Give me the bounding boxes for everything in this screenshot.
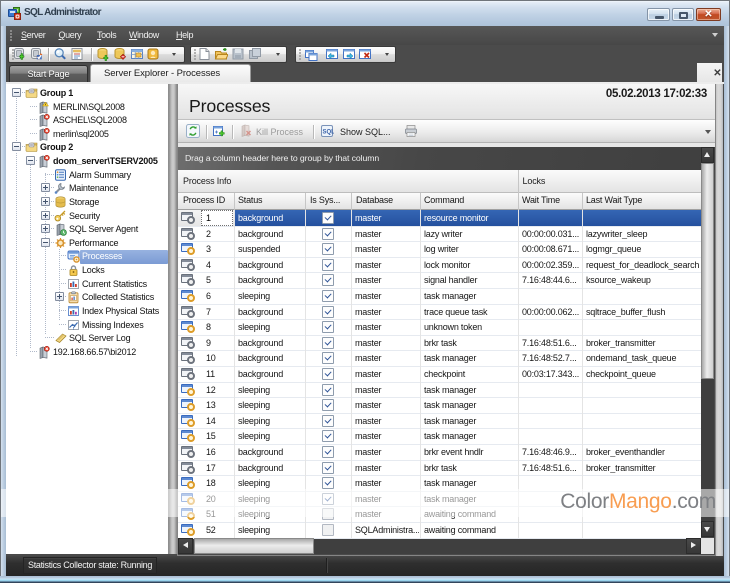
svg-text:?: ? [72,324,76,331]
svg-text:SQL: SQL [323,130,335,136]
